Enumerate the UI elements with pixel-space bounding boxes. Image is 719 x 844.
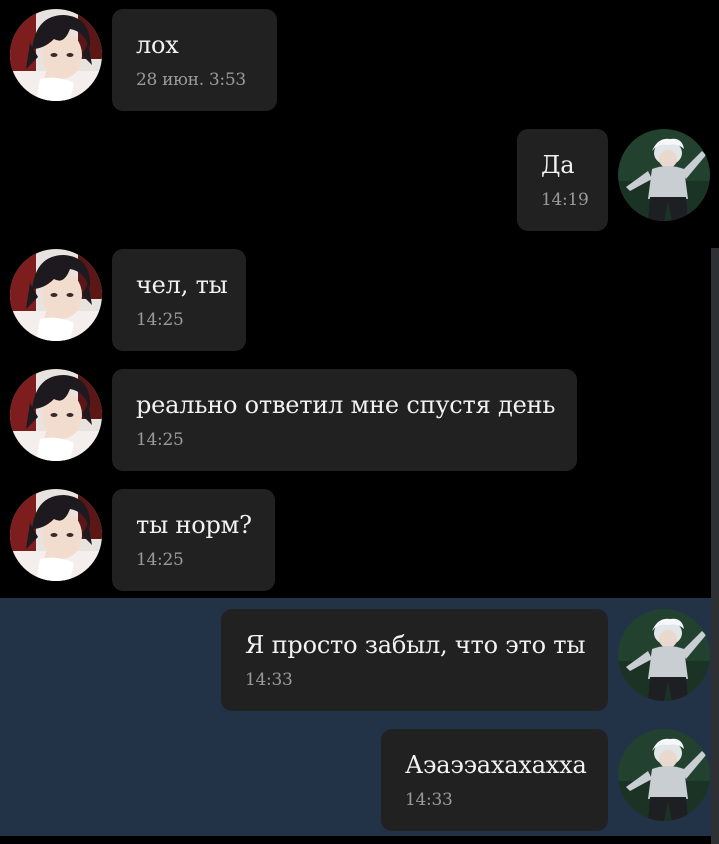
avatar-left-icon[interactable] bbox=[10, 249, 102, 341]
message-bubble[interactable]: чел, ты 14:25 bbox=[112, 249, 246, 351]
message-time: 14:33 bbox=[245, 670, 293, 690]
scrollbar[interactable] bbox=[711, 248, 719, 844]
avatar-left-icon[interactable] bbox=[10, 489, 102, 581]
avatar-left-icon[interactable] bbox=[10, 369, 102, 461]
message-text: Аэаээахахахха bbox=[405, 751, 587, 779]
message-bubble[interactable]: Я просто забыл, что это ты 14:33 bbox=[221, 609, 608, 711]
message-text: Я просто забыл, что это ты bbox=[245, 631, 586, 659]
message-time: 14:25 bbox=[136, 550, 184, 570]
avatar-left-icon[interactable] bbox=[10, 9, 102, 101]
avatar-right-icon[interactable] bbox=[618, 729, 710, 821]
message-time: 14:25 bbox=[136, 310, 184, 330]
message-bubble[interactable]: Аэаээахахахха 14:33 bbox=[381, 729, 608, 831]
avatar-right-icon[interactable] bbox=[618, 129, 710, 221]
message-time: 14:33 bbox=[405, 790, 453, 810]
avatar-right-icon[interactable] bbox=[618, 609, 710, 701]
message-text: лох bbox=[136, 31, 179, 59]
message-bubble[interactable]: Да 14:19 bbox=[517, 129, 608, 231]
message-text: Да bbox=[541, 151, 575, 179]
message-time: 28 июн. 3:53 bbox=[136, 70, 246, 90]
message-bubble[interactable]: реально ответил мне спустя день 14:25 bbox=[112, 369, 577, 471]
message-text: чел, ты bbox=[136, 271, 228, 299]
message-bubble[interactable]: лох 28 июн. 3:53 bbox=[112, 9, 277, 111]
message-bubble[interactable]: ты норм? 14:25 bbox=[112, 489, 275, 591]
message-text: реально ответил мне спустя день bbox=[136, 391, 556, 419]
message-time: 14:19 bbox=[541, 190, 589, 210]
message-time: 14:25 bbox=[136, 430, 184, 450]
bottom-edge bbox=[0, 836, 719, 844]
message-text: ты норм? bbox=[136, 511, 252, 539]
